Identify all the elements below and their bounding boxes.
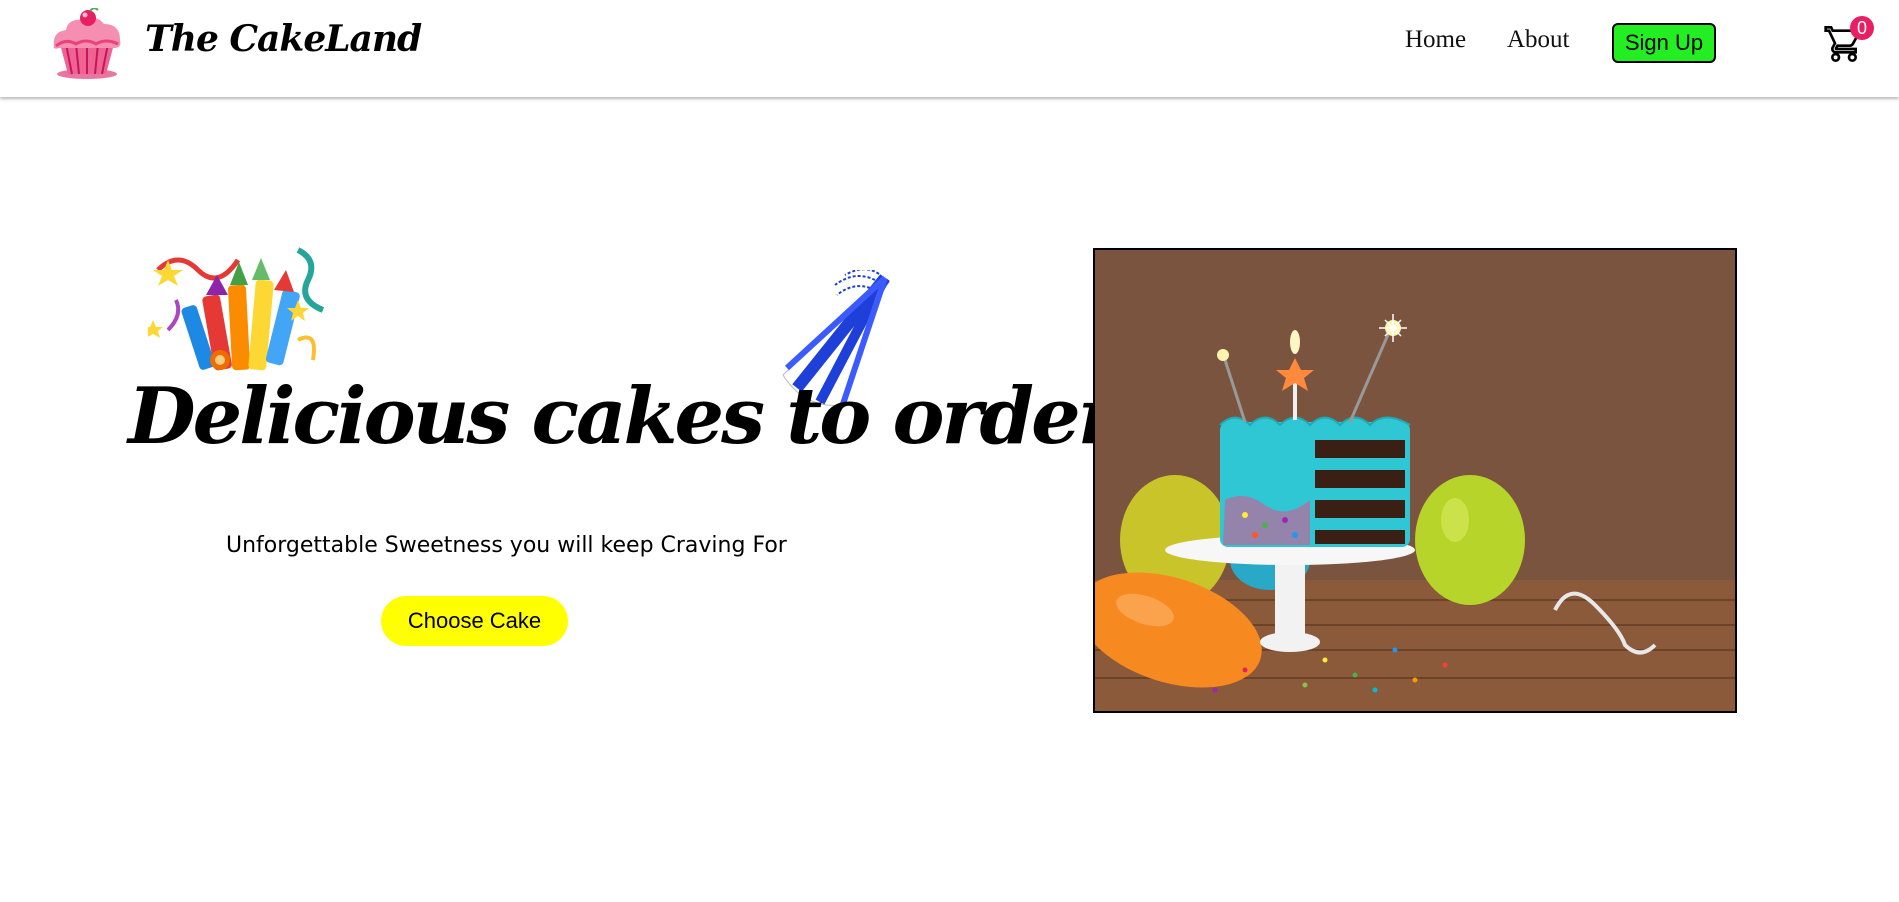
hero-cake-image: [1093, 248, 1737, 713]
cart-button[interactable]: 0: [1824, 16, 1874, 68]
birthday-cake-image: [1095, 250, 1735, 711]
nav-about-link[interactable]: About: [1507, 26, 1570, 54]
hero-title: Delicious cakes to order: [128, 371, 1119, 462]
signup-button[interactable]: Sign Up: [1612, 23, 1716, 63]
cart-count-badge: 0: [1850, 16, 1874, 40]
cupcake-icon[interactable]: [46, 8, 128, 82]
navbar: The CakeLand Home About Sign Up 0: [0, 0, 1899, 97]
choose-cake-button[interactable]: Choose Cake: [381, 596, 568, 646]
hero-subtitle: Unforgettable Sweetness you will keep Cr…: [226, 533, 787, 558]
brand-name[interactable]: The CakeLand: [145, 18, 422, 60]
nav-home-link[interactable]: Home: [1405, 26, 1466, 54]
